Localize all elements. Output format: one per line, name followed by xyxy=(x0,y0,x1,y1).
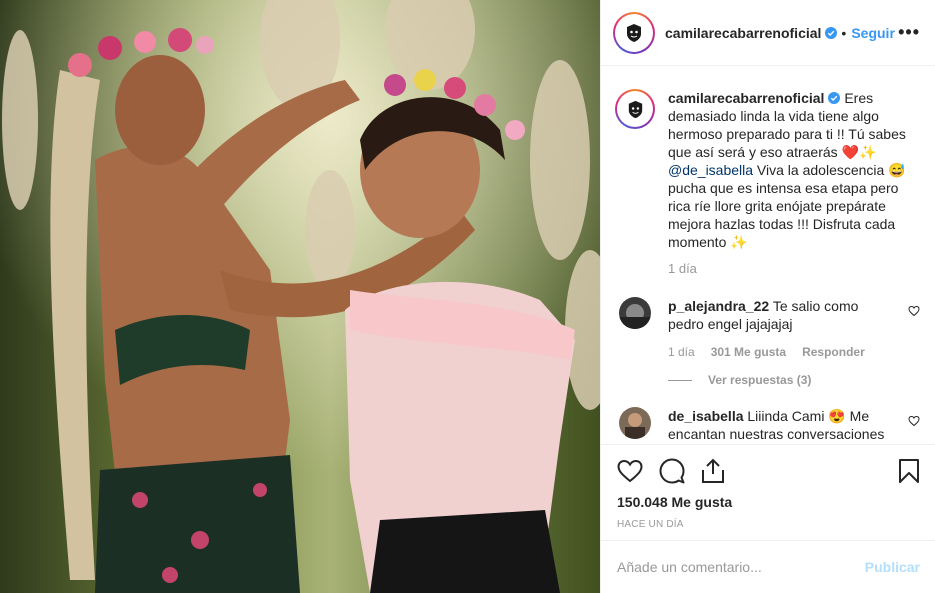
comment-like-icon[interactable] xyxy=(908,407,920,443)
post-actions: 150.048 Me gusta Hace un día xyxy=(601,444,935,540)
post-photo[interactable] xyxy=(0,0,600,593)
comment-body: de_isabella Liiinda Cami 😍 Me encantan n… xyxy=(668,407,890,443)
comment-text-1: Liiinda Cami xyxy=(747,408,829,424)
post-header: camilarecabarrenoficial • Seguir ••• xyxy=(601,0,935,66)
follow-button[interactable]: Seguir xyxy=(851,25,895,41)
caption-text-2: Viva la adolescencia xyxy=(753,162,889,178)
verified-badge-icon xyxy=(825,26,838,39)
share-upload-icon[interactable] xyxy=(701,458,725,484)
comment-like-icon[interactable] xyxy=(908,297,920,333)
caption-username[interactable]: camilarecabarrenoficial xyxy=(668,90,824,106)
replies-divider xyxy=(668,379,692,381)
author-username[interactable]: camilarecabarrenoficial xyxy=(665,25,821,41)
heart-outline-icon[interactable] xyxy=(617,459,643,483)
comments-list[interactable]: camilarecabarrenoficial Eres demasiado l… xyxy=(601,67,935,444)
view-replies-label[interactable]: Ver respuestas (3) xyxy=(708,373,811,387)
post-side-panel: camilarecabarrenoficial • Seguir ••• cam… xyxy=(600,0,935,593)
add-comment-bar: Publicar xyxy=(601,540,935,593)
post-time[interactable]: Hace un día xyxy=(617,519,920,530)
commenter-username[interactable]: p_alejandra_22 xyxy=(668,298,769,314)
mention-link[interactable]: @de_isabella xyxy=(668,162,753,178)
heart-eyes-emoji: 😍 xyxy=(828,408,846,424)
comment-body: p_alejandra_22 Te salio como pedro engel… xyxy=(668,297,890,333)
comment-meta: 1 día 301 Me gusta Responder xyxy=(668,345,920,359)
view-replies[interactable]: Ver respuestas (3) xyxy=(668,373,920,387)
more-options-icon[interactable]: ••• xyxy=(898,22,920,43)
bookmark-icon[interactable] xyxy=(898,458,920,484)
caption-text-3: pucha que es intensa esa etapa pero rica… xyxy=(668,180,899,250)
lion-logo-icon xyxy=(617,15,651,50)
caption-avatar[interactable] xyxy=(615,89,655,129)
verified-badge-icon xyxy=(828,92,841,104)
heart-sparkle-emoji: ❤️✨ xyxy=(841,144,877,160)
photo-illustration xyxy=(0,0,600,593)
comment-item: p_alejandra_22 Te salio como pedro engel… xyxy=(615,297,920,333)
speech-bubble-icon[interactable] xyxy=(659,458,685,484)
caption-body: camilarecabarrenoficial Eres demasiado l… xyxy=(668,89,916,278)
comment-input[interactable] xyxy=(617,559,865,575)
caption: camilarecabarrenoficial Eres demasiado l… xyxy=(615,89,920,278)
commenter-username[interactable]: de_isabella xyxy=(668,408,744,424)
commenter-avatar[interactable] xyxy=(619,407,651,439)
author-avatar[interactable] xyxy=(613,11,655,54)
likes-count[interactable]: 150.048 Me gusta xyxy=(617,494,920,510)
instagram-post: camilarecabarrenoficial • Seguir ••• cam… xyxy=(0,0,935,593)
lion-logo-icon xyxy=(619,93,651,125)
publish-button[interactable]: Publicar xyxy=(865,559,920,575)
comment-likes[interactable]: 301 Me gusta xyxy=(711,345,786,359)
sparkle-emoji: ✨ xyxy=(730,234,748,250)
reply-button[interactable]: Responder xyxy=(802,345,865,359)
comment-time[interactable]: 1 día xyxy=(668,345,695,359)
caption-time[interactable]: 1 día xyxy=(668,260,916,278)
separator-dot: • xyxy=(841,24,847,41)
commenter-avatar[interactable] xyxy=(619,297,651,329)
action-icons xyxy=(617,457,920,485)
sweat-smile-emoji: 😅 xyxy=(888,162,906,178)
comment-item: de_isabella Liiinda Cami 😍 Me encantan n… xyxy=(615,407,920,443)
